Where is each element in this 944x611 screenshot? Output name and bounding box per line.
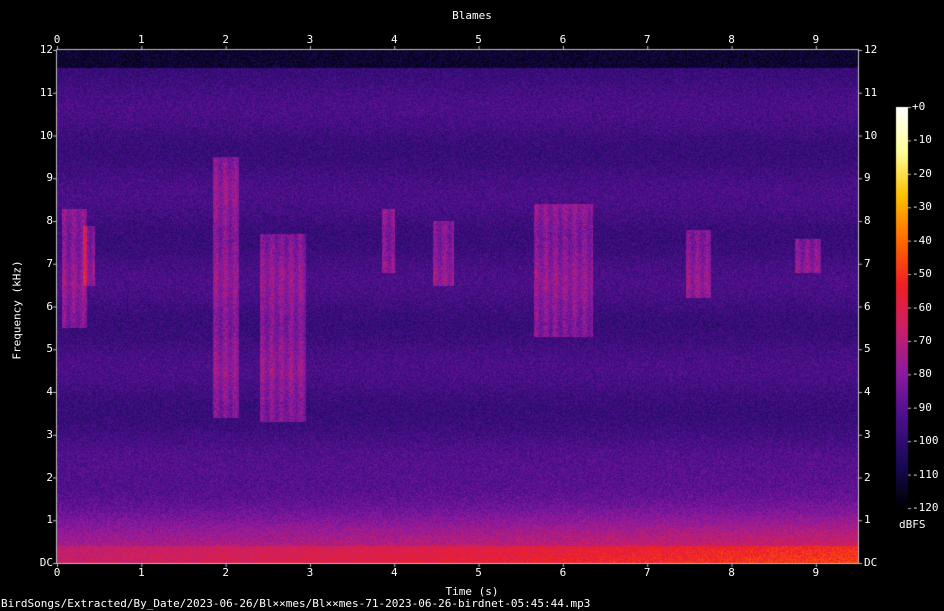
x-tick-bottom-1: 1 <box>138 566 145 579</box>
x-tick-top-3: 3 <box>306 33 314 46</box>
colorbar-tick-11: -110 <box>912 467 939 481</box>
x-tick-bottom-3: 3 <box>306 566 314 579</box>
spectrogram-plot <box>0 0 944 611</box>
y-tick-right-3: 3 <box>864 427 871 441</box>
colorbar-tick-9: -90 <box>912 400 932 414</box>
y-tick-left-12: 12 <box>39 43 53 56</box>
x-tick-top-7: 7 <box>643 33 651 46</box>
y-tick-right-12: 12 <box>864 43 878 56</box>
y-tick-left-DC: DC <box>39 556 53 569</box>
x-tick-top-8: 8 <box>728 33 735 46</box>
x-tick-bottom-9: 9 <box>812 566 820 579</box>
x-tick-top-2: 2 <box>222 33 229 46</box>
y-tick-left-2: 2 <box>46 470 53 484</box>
x-tick-bottom-2: 2 <box>222 566 229 579</box>
y-tick-left-10: 10 <box>39 128 53 142</box>
colorbar-tick-0: +0 <box>912 100 926 113</box>
y-tick-right-7: 7 <box>864 256 871 270</box>
x-tick-top-6: 6 <box>559 33 567 46</box>
y-tick-right-10: 10 <box>864 128 878 142</box>
x-tick-bottom-8: 8 <box>728 566 735 579</box>
colorbar-tick-5: -50 <box>912 267 932 281</box>
y-tick-left-4: 4 <box>46 385 53 398</box>
x-tick-top-9: 9 <box>812 33 820 46</box>
y-tick-right-9: 9 <box>864 171 871 185</box>
chart-title: Blames <box>452 9 492 22</box>
y-tick-left-3: 3 <box>46 427 53 441</box>
colorbar-tick-4: -40 <box>912 233 932 247</box>
colorbar-tick-6: -60 <box>912 300 932 314</box>
y-tick-left-7: 7 <box>46 256 53 270</box>
x-tick-top-4: 4 <box>390 33 398 46</box>
y-tick-right-8: 8 <box>864 214 871 227</box>
x-tick-bottom-4: 4 <box>390 566 398 579</box>
y-tick-left-9: 9 <box>46 171 53 185</box>
x-tick-bottom-7: 7 <box>643 566 651 579</box>
y-tick-right-5: 5 <box>864 342 871 356</box>
colorbar-unit-label: dBFS <box>899 518 926 531</box>
y-tick-right-11: 11 <box>864 85 878 99</box>
colorbar-tick-8: -80 <box>912 367 932 381</box>
y-tick-right-2: 2 <box>864 470 871 484</box>
colorbar-tick-3: -30 <box>912 200 932 214</box>
colorbar-tick-1: -10 <box>912 133 932 147</box>
x-tick-bottom-6: 6 <box>559 566 567 579</box>
y-tick-left-5: 5 <box>46 342 53 356</box>
colorbar-tick-10: -100 <box>912 434 939 448</box>
x-tick-top-1: 1 <box>138 33 145 46</box>
colorbar-tick-12: -120 <box>912 501 939 514</box>
colorbar-tick-7: -70 <box>912 333 932 347</box>
colorbar-tick-2: -20 <box>912 166 932 180</box>
x-tick-bottom-5: 5 <box>475 566 482 579</box>
y-tick-left-11: 11 <box>39 85 53 99</box>
y-tick-left-8: 8 <box>46 214 53 227</box>
y-tick-left-1: 1 <box>46 513 53 527</box>
y-tick-right-1: 1 <box>864 513 871 527</box>
x-tick-top-5: 5 <box>475 33 482 46</box>
y-tick-right-6: 6 <box>864 299 871 313</box>
y-tick-right-DC: DC <box>864 556 878 569</box>
y-tick-left-6: 6 <box>46 299 53 313</box>
file-path-label: BirdSongs/Extracted/By_Date/2023-06-26/B… <box>1 597 591 610</box>
y-tick-right-4: 4 <box>864 385 871 398</box>
